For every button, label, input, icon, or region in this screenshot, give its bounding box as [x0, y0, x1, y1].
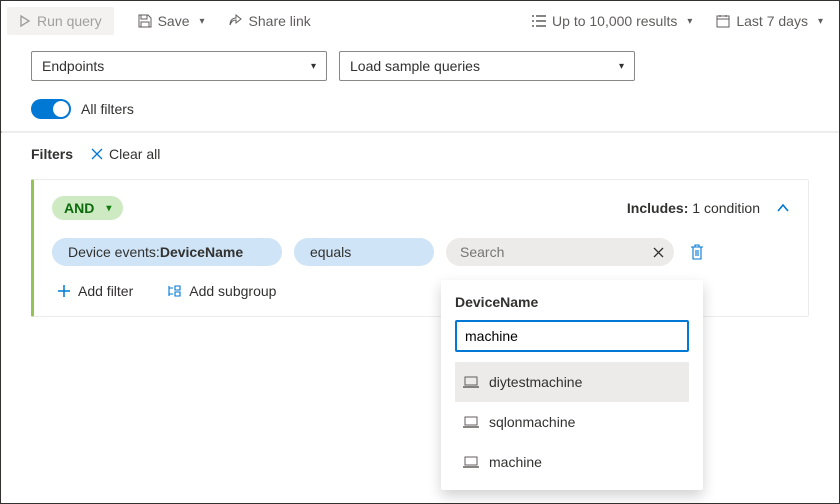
laptop-icon — [463, 456, 479, 468]
trash-icon — [690, 244, 704, 260]
close-icon — [653, 247, 664, 258]
condition-field-name: DeviceName — [160, 244, 243, 260]
laptop-icon — [463, 416, 479, 428]
chevron-down-icon: ▾ — [200, 16, 205, 27]
dropdown-item-label: machine — [489, 454, 542, 470]
run-query-button[interactable]: Run query — [7, 7, 114, 35]
results-limit-button[interactable]: Up to 10,000 results ▾ — [522, 7, 702, 35]
dropdown-item-label: diytestmachine — [489, 374, 582, 390]
save-label: Save — [158, 13, 190, 29]
condition-operator-label: equals — [310, 244, 351, 260]
time-range-label: Last 7 days — [736, 13, 808, 29]
play-icon — [19, 15, 31, 27]
scope-select-value: Endpoints — [42, 58, 104, 74]
clear-search-button[interactable] — [649, 240, 668, 264]
condition-field-pill[interactable]: Device events: DeviceName — [52, 238, 282, 266]
dropdown-title: DeviceName — [455, 294, 689, 310]
delete-condition-button[interactable] — [690, 244, 704, 260]
add-filter-label: Add filter — [78, 283, 133, 299]
share-icon — [229, 14, 243, 28]
chevron-down-icon: ▾ — [106, 203, 111, 214]
plus-icon — [58, 285, 70, 297]
subgroup-icon — [167, 285, 181, 297]
share-label: Share link — [249, 13, 311, 29]
all-filters-toggle[interactable] — [31, 99, 71, 119]
chevron-down-icon: ▾ — [687, 16, 692, 27]
share-link-button[interactable]: Share link — [219, 7, 321, 35]
toggle-knob — [53, 101, 69, 117]
scope-select[interactable]: Endpoints ▾ — [31, 51, 327, 81]
chevron-down-icon: ▾ — [619, 61, 624, 72]
chevron-down-icon: ▾ — [311, 61, 316, 72]
calendar-icon — [716, 14, 730, 28]
collapse-toggle[interactable] — [776, 203, 790, 213]
all-filters-label: All filters — [81, 101, 134, 117]
includes-summary: Includes: 1 condition — [627, 200, 760, 216]
dropdown-item-label: sqlonmachine — [489, 414, 575, 430]
condition-field-prefix: Device events: — [68, 244, 160, 260]
chevron-up-icon — [776, 203, 790, 213]
laptop-icon — [463, 376, 479, 388]
add-filter-button[interactable]: Add filter — [52, 282, 139, 300]
close-icon — [91, 148, 103, 160]
add-subgroup-button[interactable]: Add subgroup — [161, 282, 282, 300]
filters-heading: Filters — [31, 146, 73, 162]
dropdown-search-input[interactable] — [455, 320, 689, 352]
clear-all-label: Clear all — [109, 146, 160, 162]
dropdown-item[interactable]: sqlonmachine — [455, 402, 689, 442]
filter-group-card: AND ▾ Includes: 1 condition Device event… — [31, 179, 809, 317]
save-button[interactable]: Save ▾ — [128, 7, 215, 35]
group-operator-label: AND — [64, 200, 94, 216]
dropdown-item[interactable]: diytestmachine — [455, 362, 689, 402]
add-subgroup-label: Add subgroup — [189, 283, 276, 299]
sample-queries-select[interactable]: Load sample queries ▾ — [339, 51, 635, 81]
time-range-button[interactable]: Last 7 days ▾ — [706, 7, 833, 35]
run-query-label: Run query — [37, 13, 102, 29]
query-toolbar: Run query Save ▾ Share link Up to 10,000… — [1, 1, 839, 47]
search-input[interactable] — [458, 243, 643, 261]
condition-row: Device events: DeviceName equals DeviceN… — [52, 238, 790, 266]
save-icon — [138, 14, 152, 28]
list-icon — [532, 15, 546, 27]
condition-value-search[interactable] — [446, 238, 674, 266]
clear-all-button[interactable]: Clear all — [85, 145, 166, 163]
dropdown-item[interactable]: machine — [455, 442, 689, 482]
results-limit-label: Up to 10,000 results — [552, 13, 677, 29]
device-name-dropdown: DeviceName diytestmachine sqlonmachine m… — [441, 280, 703, 490]
condition-operator-pill[interactable]: equals — [294, 238, 434, 266]
chevron-down-icon: ▾ — [818, 16, 823, 27]
group-operator-pill[interactable]: AND ▾ — [52, 196, 123, 220]
sample-queries-value: Load sample queries — [350, 58, 480, 74]
